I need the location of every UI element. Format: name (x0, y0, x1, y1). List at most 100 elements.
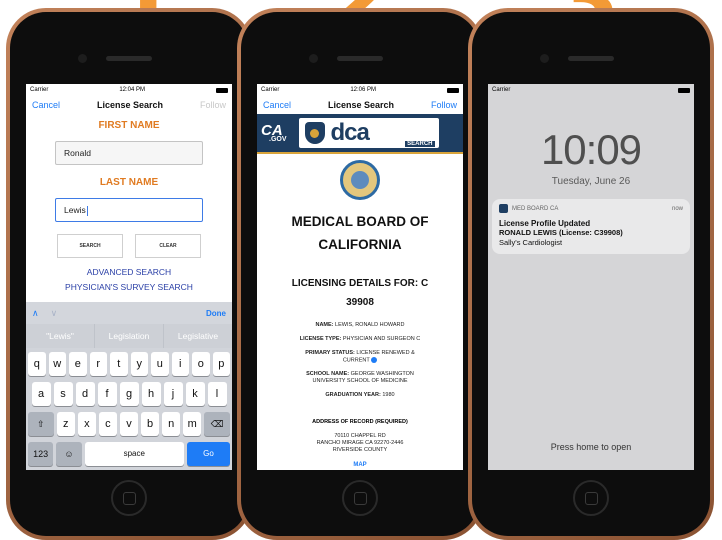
suggestion-item[interactable]: Legislation (95, 324, 164, 348)
cancel-button[interactable]: Cancel (263, 100, 291, 110)
key-a[interactable]: a (31, 382, 51, 406)
key-m[interactable]: m (183, 412, 202, 436)
address-heading: ADDRESS OF RECORD (REQUIRED) (312, 419, 408, 426)
info-icon[interactable] (371, 357, 378, 363)
key-y[interactable]: y (130, 352, 148, 376)
map-link[interactable]: MAP (257, 462, 463, 468)
key-l[interactable]: l (207, 382, 227, 406)
key-q[interactable]: q (28, 352, 46, 376)
license-type-row: LICENSE TYPE: PHYSICIAN AND SURGEON C (299, 336, 421, 342)
last-name-value: Lewis (64, 205, 86, 215)
camera (540, 54, 549, 63)
page-dots (488, 460, 694, 470)
home-button[interactable] (111, 480, 147, 516)
search-button[interactable]: SEARCH (57, 234, 123, 258)
cancel-button[interactable]: Cancel (32, 100, 60, 110)
home-button[interactable] (573, 480, 609, 516)
ca-gov-logo: CA .GOV (261, 122, 287, 143)
backspace-key[interactable]: ⌫ (204, 412, 230, 436)
status-time: 12:06 PM (350, 87, 377, 93)
chevron-down-icon[interactable]: ∨ (51, 308, 58, 319)
carrier-label: Carrier (492, 87, 511, 93)
key-f[interactable]: f (97, 382, 117, 406)
carrier-label: Carrier (261, 87, 280, 93)
key-c[interactable]: c (98, 412, 117, 436)
emoji-key[interactable]: ☺ (56, 442, 82, 466)
shift-key[interactable]: ⇧ (28, 412, 54, 436)
suggestion-item[interactable]: Legislative (164, 324, 232, 348)
keyboard-row-2: asdfghjkl (28, 382, 230, 406)
key-z[interactable]: z (56, 412, 75, 436)
key-w[interactable]: w (48, 352, 66, 376)
key-b[interactable]: b (141, 412, 160, 436)
key-t[interactable]: t (110, 352, 128, 376)
follow-button[interactable]: Follow (200, 100, 226, 110)
press-home-hint: Press home to open (550, 442, 632, 452)
name-row: NAME: LEWIS, RONALD HOWARD (315, 322, 405, 328)
notification-time: now (671, 205, 683, 212)
space-key[interactable]: space (84, 442, 184, 466)
status-bar: Carrier 12:06 PM (257, 84, 463, 96)
key-j[interactable]: j (163, 382, 183, 406)
key-p[interactable]: p (212, 352, 230, 376)
battery-icon (447, 87, 459, 93)
notification-app: MED BOARD CA (512, 205, 559, 212)
camera (309, 54, 318, 63)
shield-icon (304, 122, 325, 144)
key-i[interactable]: i (171, 352, 189, 376)
home-button[interactable] (342, 480, 378, 516)
advanced-search-link[interactable]: ADVANCED SEARCH (26, 267, 232, 277)
nav-bar: Cancel License Search Follow (257, 96, 463, 114)
nav-title: License Search (327, 100, 395, 110)
chevron-up-icon[interactable]: ∧ (32, 308, 39, 319)
app-icon (499, 204, 508, 213)
key-s[interactable]: s (53, 382, 73, 406)
last-name-field[interactable]: Lewis (55, 198, 203, 222)
done-button[interactable]: Done (206, 309, 226, 318)
speaker (106, 56, 152, 61)
phone-2: Carrier 12:06 PM Cancel License Search F… (237, 8, 483, 540)
key-k[interactable]: k (185, 382, 205, 406)
lock-date: Tuesday, June 26 (551, 176, 631, 187)
key-o[interactable]: o (192, 352, 210, 376)
key-r[interactable]: r (89, 352, 107, 376)
address-block: 70110 CHAPPEL RD RANCHO MIRAGE CA 92270-… (316, 433, 404, 454)
follow-button[interactable]: Follow (431, 100, 457, 110)
go-key[interactable]: Go (186, 442, 230, 466)
last-name-label: LAST NAME (99, 177, 159, 188)
graduation-year-row: GRADUATION YEAR: 1980 (325, 392, 395, 399)
notification-card[interactable]: MED BOARD CA now License Profile Updated… (492, 199, 690, 254)
notification-header: MED BOARD CA now (499, 204, 683, 213)
keyboard-suggestions: "Lewis" Legislation Legislative (26, 324, 232, 348)
keyboard-row-3: ⇧ z x c v b n m ⌫ (28, 412, 230, 436)
keyboard-toolbar: ∧ ∨ Done (26, 302, 232, 324)
first-name-field[interactable]: Ronald (55, 141, 203, 165)
licensing-details-heading: LICENSING DETAILS FOR: C 39908 (291, 278, 429, 308)
status-bar: Carrier (488, 84, 694, 96)
clear-button[interactable]: CLEAR (135, 234, 201, 258)
key-d[interactable]: d (75, 382, 95, 406)
lock-screen: Carrier 10:09 Tuesday, June 26 MED BOARD… (488, 84, 694, 470)
key-x[interactable]: x (77, 412, 96, 436)
key-g[interactable]: g (119, 382, 139, 406)
suggestion-item[interactable]: "Lewis" (26, 324, 95, 348)
key-e[interactable]: e (69, 352, 87, 376)
license-search-screen: Carrier 12:04 PM Cancel License Search F… (26, 84, 232, 470)
key-u[interactable]: u (151, 352, 169, 376)
nav-bar: Cancel License Search Follow (26, 96, 232, 114)
key-h[interactable]: h (141, 382, 161, 406)
lock-time: 10:09 (540, 126, 642, 173)
speaker (568, 56, 614, 61)
keyboard-row-4: 123 ☺ space Go (28, 442, 230, 466)
license-details-screen: Carrier 12:06 PM Cancel License Search F… (257, 84, 463, 470)
camera (78, 54, 87, 63)
survey-search-link[interactable]: PHYSICIAN'S SURVEY SEARCH (26, 282, 232, 292)
notification-title: License Profile Updated (499, 219, 591, 228)
keyboard: qwertyuiop asdfghjkl ⇧ z x c v b n m ⌫ 123 ☺ sp… (26, 348, 232, 470)
key-n[interactable]: n (162, 412, 181, 436)
key-v[interactable]: v (119, 412, 139, 436)
dca-banner: CA .GOV dca SEARCH (257, 114, 463, 154)
medical-board-seal (340, 160, 380, 200)
phone-1: Carrier 12:04 PM Cancel License Search F… (6, 8, 252, 540)
numbers-key[interactable]: 123 (28, 442, 54, 466)
